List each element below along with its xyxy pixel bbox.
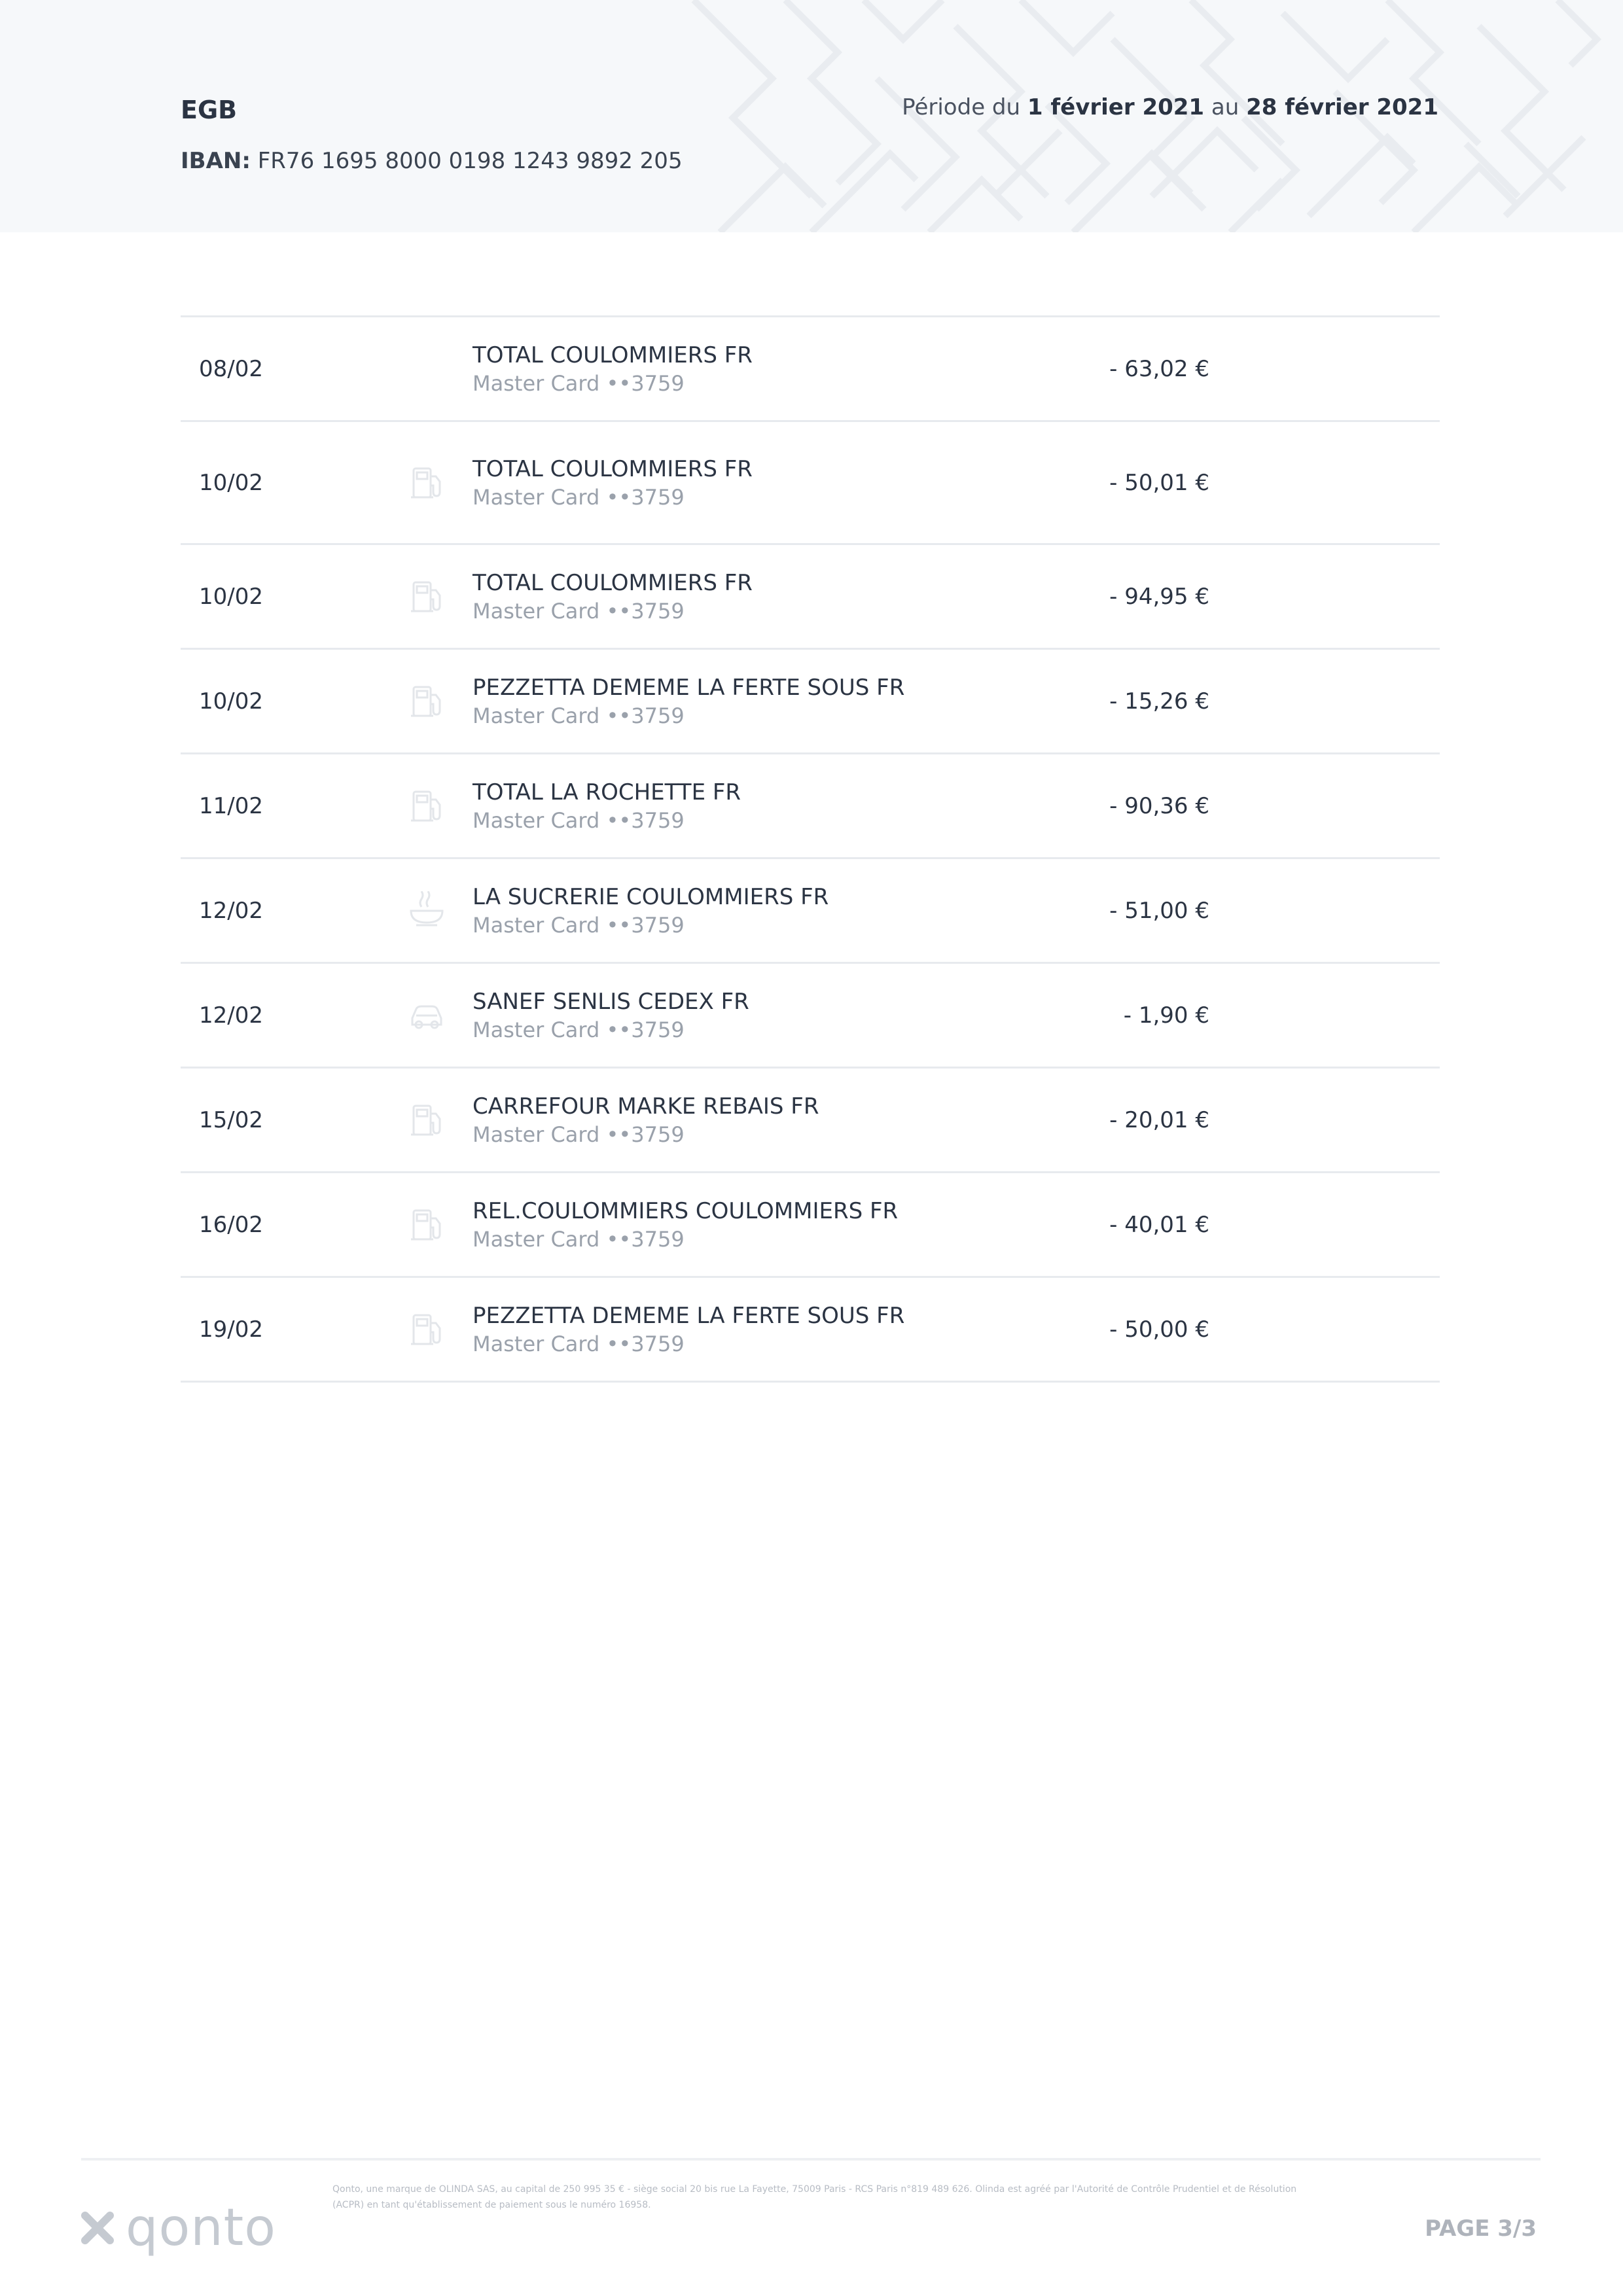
transaction-date: 10/02: [199, 469, 263, 496]
period-prefix: Période du: [902, 94, 1021, 120]
transaction-label: TOTAL LA ROCHETTE FR: [473, 779, 741, 805]
transaction-card: Master Card ••3759: [473, 370, 685, 396]
transaction-date: 16/02: [199, 1211, 263, 1238]
transaction-description: PEZZETTA DEMEME LA FERTE SOUS FR Master …: [473, 673, 904, 730]
legal-notice: Qonto, une marque de OLINDA SAS, au capi…: [332, 2184, 1297, 2210]
transaction-row: 10/02 TOTAL COULOMMIERS FR Master Card •…: [181, 422, 1440, 545]
transaction-description: TOTAL LA ROCHETTE FR Master Card ••3759: [473, 778, 741, 834]
transaction-amount: - 40,01 €: [1109, 1211, 1209, 1238]
transaction-date: 19/02: [199, 1316, 263, 1343]
transaction-date: 12/02: [199, 897, 263, 924]
transaction-label: SANEF SENLIS CEDEX FR: [473, 988, 749, 1015]
transaction-card: Master Card ••3759: [473, 1331, 685, 1356]
transaction-description: LA SUCRERIE COULOMMIERS FR Master Card •…: [473, 883, 829, 939]
transaction-label: TOTAL COULOMMIERS FR: [473, 569, 753, 596]
period-end: 28 février 2021: [1246, 94, 1438, 120]
transaction-amount: - 90,36 €: [1109, 792, 1209, 819]
fuel-pump-icon: [411, 1104, 441, 1135]
transaction-date: 12/02: [199, 1002, 263, 1029]
transaction-description: CARREFOUR MARKE REBAIS FR Master Card ••…: [473, 1092, 819, 1148]
transaction-card: Master Card ••3759: [473, 1226, 685, 1252]
transaction-description: TOTAL COULOMMIERS FR Master Card ••3759: [473, 341, 753, 397]
transaction-row: 11/02 TOTAL LA ROCHETTE FR Master Card •…: [181, 754, 1440, 859]
transaction-date: 15/02: [199, 1106, 263, 1133]
transaction-date: 11/02: [199, 792, 263, 819]
transaction-date: 10/02: [199, 688, 263, 715]
fuel-pump-icon: [411, 581, 441, 612]
iban-label: IBAN:: [181, 148, 251, 174]
qonto-mark-icon: [81, 2212, 114, 2244]
footer-divider: [81, 2158, 1541, 2161]
transaction-amount: - 50,01 €: [1109, 469, 1209, 496]
transaction-row: 19/02 PEZZETTA DEMEME LA FERTE SOUS FR M…: [181, 1278, 1440, 1383]
period-start: 1 février 2021: [1027, 94, 1205, 120]
transaction-amount: - 63,02 €: [1109, 355, 1209, 382]
transaction-row: 12/02 LA SUCRERIE COULOMMIERS FR Master …: [181, 859, 1440, 964]
transaction-amount: - 94,95 €: [1109, 583, 1209, 610]
transaction-card: Master Card ••3759: [473, 1017, 685, 1042]
transaction-description: TOTAL COULOMMIERS FR Master Card ••3759: [473, 455, 753, 511]
statement-header: EGB IBAN: FR76 1695 8000 0198 1243 9892 …: [0, 0, 1623, 232]
transaction-amount: - 50,00 €: [1109, 1316, 1209, 1343]
fuel-pump-icon: [411, 1209, 441, 1240]
transaction-row: 08/02 TOTAL COULOMMIERS FR Master Card •…: [181, 317, 1440, 422]
transaction-amount: - 1,90 €: [1123, 1002, 1209, 1029]
transaction-card: Master Card ••3759: [473, 703, 685, 728]
page-number: PAGE 3/3: [1425, 2216, 1537, 2242]
transaction-row: 16/02 REL.COULOMMIERS COULOMMIERS FR Mas…: [181, 1173, 1440, 1278]
transactions-table: 08/02 TOTAL COULOMMIERS FR Master Card •…: [181, 315, 1440, 1383]
transaction-row: 15/02 CARREFOUR MARKE REBAIS FR Master C…: [181, 1069, 1440, 1173]
statement-period: Période du 1 février 2021 au 28 février …: [902, 94, 1438, 120]
fuel-pump-icon: [411, 790, 441, 821]
transaction-amount: - 51,00 €: [1109, 897, 1209, 924]
transaction-label: REL.COULOMMIERS COULOMMIERS FR: [473, 1197, 899, 1224]
transaction-card: Master Card ••3759: [473, 484, 685, 510]
food-bowl-icon: [410, 891, 444, 926]
transaction-description: PEZZETTA DEMEME LA FERTE SOUS FR Master …: [473, 1301, 904, 1358]
transaction-card: Master Card ••3759: [473, 912, 685, 938]
transaction-label: TOTAL COULOMMIERS FR: [473, 455, 753, 482]
transaction-card: Master Card ••3759: [473, 1122, 685, 1147]
transaction-description: REL.COULOMMIERS COULOMMIERS FR Master Ca…: [473, 1197, 898, 1253]
transaction-description: SANEF SENLIS CEDEX FR Master Card ••3759: [473, 987, 749, 1044]
transaction-date: 10/02: [199, 583, 263, 610]
transaction-description: TOTAL COULOMMIERS FR Master Card ••3759: [473, 569, 753, 625]
qonto-logo: qonto: [79, 2199, 276, 2257]
transaction-row: 10/02 TOTAL COULOMMIERS FR Master Card •…: [181, 545, 1440, 650]
transaction-amount: - 20,01 €: [1109, 1106, 1209, 1133]
transaction-row: 10/02 PEZZETTA DEMEME LA FERTE SOUS FR M…: [181, 650, 1440, 754]
account-holder-name: EGB: [181, 96, 238, 124]
transaction-card: Master Card ••3759: [473, 598, 685, 624]
transaction-label: PEZZETTA DEMEME LA FERTE SOUS FR: [473, 674, 905, 701]
iban-line: IBAN: FR76 1695 8000 0198 1243 9892 205: [181, 148, 683, 174]
logo-wordmark: qonto: [126, 2199, 276, 2257]
period-mid: au: [1211, 94, 1240, 120]
transaction-card: Master Card ••3759: [473, 807, 685, 833]
transaction-label: PEZZETTA DEMEME LA FERTE SOUS FR: [473, 1302, 905, 1329]
transaction-date: 08/02: [199, 355, 263, 382]
transaction-label: LA SUCRERIE COULOMMIERS FR: [473, 883, 829, 910]
car-icon: [411, 1005, 442, 1029]
fuel-pump-icon: [411, 467, 441, 498]
transaction-label: TOTAL COULOMMIERS FR: [473, 342, 753, 368]
iban-value: FR76 1695 8000 0198 1243 9892 205: [257, 148, 683, 174]
transaction-amount: - 15,26 €: [1109, 688, 1209, 715]
fuel-pump-icon: [411, 1314, 441, 1345]
fuel-pump-icon: [411, 686, 441, 716]
transaction-row: 12/02 SANEF SENLIS CEDEX FR Master Card …: [181, 964, 1440, 1069]
transaction-label: CARREFOUR MARKE REBAIS FR: [473, 1093, 819, 1120]
